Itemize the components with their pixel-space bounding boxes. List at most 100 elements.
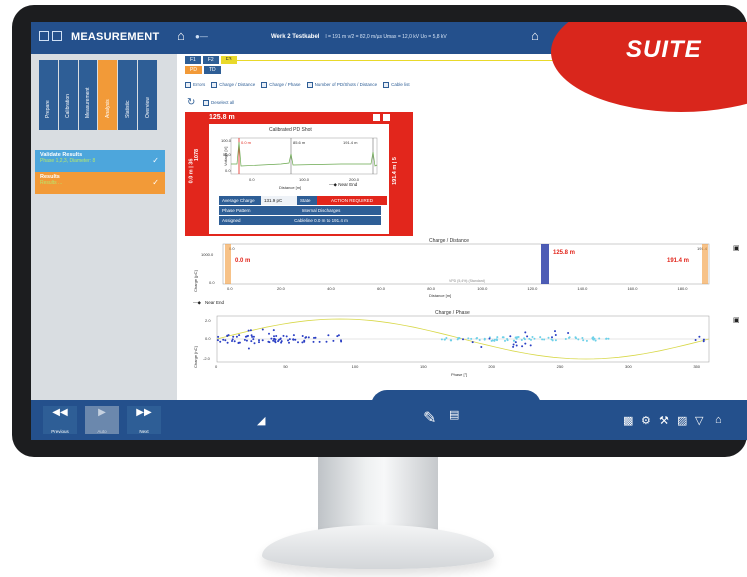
export-icon[interactable]: ▣: [733, 317, 740, 324]
option-number-pd[interactable]: Number of PD/Shots / Distance: [306, 82, 377, 88]
marker-label: 191.4 m: [343, 140, 358, 145]
pd-point: [577, 338, 580, 341]
pd-point: [506, 339, 509, 342]
tab-statistic[interactable]: Statistic: [118, 60, 138, 130]
checkbox[interactable]: [261, 82, 268, 88]
pd-point: [582, 339, 585, 342]
document-icon[interactable]: ▨: [677, 414, 687, 427]
calibrated-shot-title: Calibrated PD Shot: [269, 127, 312, 133]
pd-location-card: 125.8 m 0.0 m | 36 1078 191.4 m | 5 Cali…: [185, 112, 413, 236]
report-icon[interactable]: ▤: [449, 408, 459, 421]
tab-calibration[interactable]: Calibration: [58, 60, 78, 130]
pd-point: [456, 338, 459, 341]
tab-td[interactable]: TD: [203, 66, 221, 74]
step-validate-results[interactable]: Validate Results Phase 1,2,3, Diameter: …: [35, 150, 165, 172]
pd-point: [521, 345, 524, 348]
option-cable-list[interactable]: Cable list: [383, 82, 410, 88]
home-icon[interactable]: ⌂: [177, 28, 185, 43]
pd-point: [496, 339, 498, 342]
y-tick: -2.0: [203, 356, 211, 361]
checkbox[interactable]: [306, 82, 313, 88]
app-title: MEASUREMENT: [71, 31, 160, 43]
x-tick: 20.0: [277, 286, 286, 291]
checkbox[interactable]: [211, 82, 218, 88]
charge-phase-ylabel: Charge [nC]: [193, 346, 198, 368]
pd-point: [547, 336, 550, 339]
tools-icon[interactable]: ⚒: [659, 414, 669, 427]
option-errors[interactable]: Errors: [185, 82, 205, 88]
play-icon: ▶: [98, 407, 106, 418]
print-icon[interactable]: ▩: [623, 414, 633, 427]
home-icon[interactable]: ⌂: [715, 414, 722, 426]
window-icon[interactable]: [39, 31, 49, 41]
y-tick: 100.0: [221, 138, 232, 143]
previous-button[interactable]: ◀◀ Previous: [43, 406, 77, 434]
tab-measurement[interactable]: Measurement: [78, 60, 98, 130]
x-ticks: 0 50 100 150 200 250 300 350: [215, 364, 701, 369]
tab-prepare[interactable]: Prepare: [39, 60, 58, 130]
filter-icon[interactable]: ▽: [695, 414, 703, 427]
workflow-tabs: Prepare Calibration Measurement Analysis…: [39, 60, 157, 130]
element-select[interactable]: Cableline 0.0 m to 191.4 m: [261, 216, 381, 225]
tab-f1[interactable]: F1: [185, 56, 201, 64]
edit-icon[interactable]: ✎: [423, 408, 436, 428]
pd-point: [244, 335, 247, 338]
x-tick: 160.0: [627, 286, 638, 291]
table-row[interactable]: Phase Pattern Internal Discharges: [219, 206, 387, 215]
auto-button[interactable]: ▶ Auto: [85, 406, 119, 434]
x-tick: 180.0: [678, 286, 689, 291]
pd-point: [513, 339, 516, 342]
home-icon[interactable]: ⌂: [531, 28, 539, 43]
pd-point: [340, 339, 342, 342]
card-content: Calibrated PD Shot Voltage [V] 100.0 50.…: [209, 124, 389, 234]
pd-point: [261, 328, 264, 331]
close-icon[interactable]: [383, 114, 390, 121]
deselect-all[interactable]: Deselect all: [203, 100, 234, 106]
pattern-select[interactable]: Internal Discharges: [261, 206, 381, 215]
charge-distance-plot: [222, 243, 710, 285]
charge-phase-title: Charge / Phase: [435, 310, 470, 316]
pd-point: [224, 339, 227, 342]
table-row[interactable]: Assigned Cableelement Cableline 0.0 m to…: [219, 216, 387, 230]
trash-icon[interactable]: [373, 114, 380, 121]
pd-point: [249, 329, 252, 332]
pd-point: [282, 334, 285, 337]
tab-overview[interactable]: Overview: [138, 60, 157, 130]
pd-point: [475, 337, 478, 340]
pd-point: [232, 335, 235, 338]
near-end-legend: —◆ Near End: [329, 182, 358, 187]
option-charge-phase[interactable]: Charge / Phase: [261, 82, 301, 88]
pd-point: [312, 340, 315, 343]
x-tick: 100.0: [299, 177, 310, 182]
checkbox[interactable]: [185, 82, 191, 88]
pd-point: [226, 341, 229, 344]
pd-point: [216, 339, 219, 342]
pd-point: [274, 338, 277, 341]
pd-point: [258, 339, 260, 342]
pd-point: [288, 338, 291, 341]
tab-analysis[interactable]: Analysis: [98, 60, 118, 130]
export-icon[interactable]: ▣: [733, 245, 740, 252]
tab-pd[interactable]: PD: [185, 66, 202, 74]
save-icon[interactable]: ◢: [257, 414, 265, 427]
pd-point: [541, 338, 544, 341]
option-charge-distance[interactable]: Charge / Distance: [211, 82, 255, 88]
tab-f2[interactable]: F2: [202, 56, 219, 64]
pd-point: [592, 336, 595, 339]
x-tick: 40.0: [327, 286, 336, 291]
pd-point: [292, 334, 295, 337]
step-results[interactable]: Results Results ... ✓: [35, 172, 165, 194]
cable-name: Werk 2 Testkabel: [271, 34, 320, 40]
pd-point: [524, 342, 527, 345]
pd-point: [285, 335, 288, 338]
option-label: Cable list: [391, 82, 410, 88]
checkbox[interactable]: [383, 82, 390, 88]
forward-icon: ▶▶: [136, 407, 152, 418]
checkbox[interactable]: [203, 100, 209, 106]
next-button[interactable]: ▶▶ Next: [127, 406, 161, 434]
tab-label: Measurement: [85, 87, 92, 118]
refresh-icon[interactable]: ↻: [187, 97, 195, 108]
window-icon[interactable]: [52, 31, 62, 41]
pd-point: [445, 337, 448, 339]
gear-icon[interactable]: ⚙: [641, 414, 651, 427]
